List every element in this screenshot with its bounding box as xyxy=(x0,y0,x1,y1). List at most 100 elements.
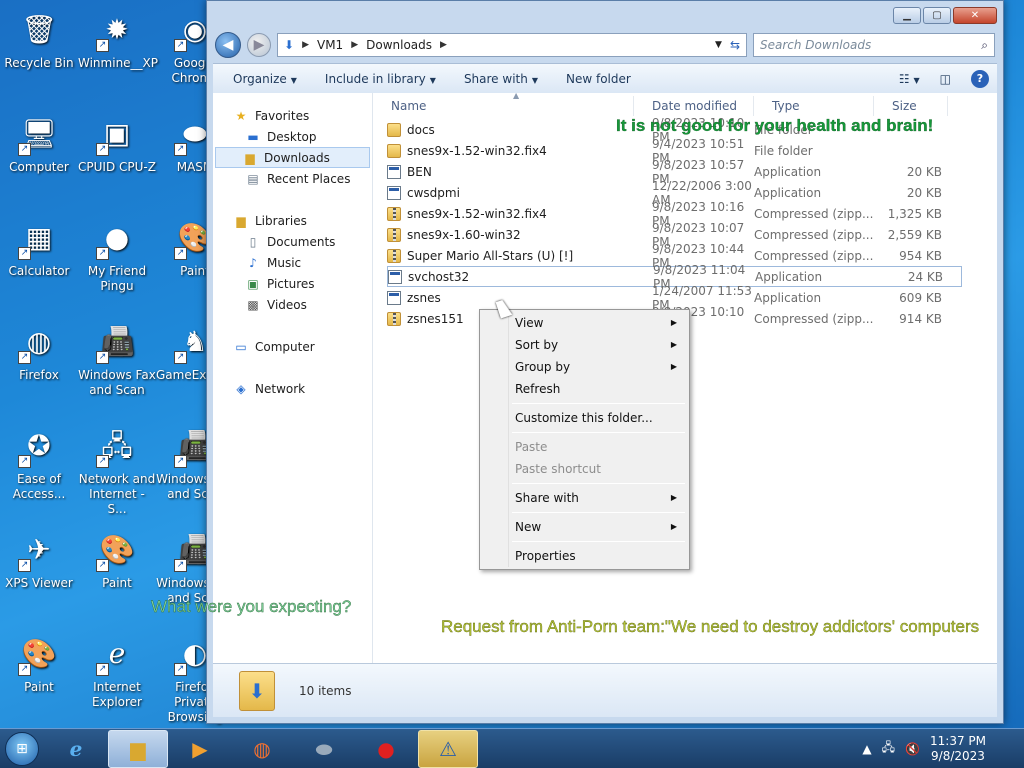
column-size[interactable]: Size xyxy=(874,96,948,116)
forward-button[interactable]: ▶ xyxy=(247,33,271,57)
shortcut-arrow-icon: ↗ xyxy=(18,351,31,364)
desktop-icon-windows-fax-and-scan[interactable]: 📠 ↗ Windows Fax and Scan xyxy=(78,318,156,398)
desktop-icon-label: Winmine__XP xyxy=(78,56,159,70)
menu-properties[interactable]: Properties xyxy=(482,545,687,567)
nav-libraries[interactable]: ▆ Libraries xyxy=(213,210,372,231)
desktop-icon-label: Paint xyxy=(24,680,54,694)
submenu-arrow-icon: ▶ xyxy=(670,318,677,327)
desktop-icon-paint[interactable]: 🎨 ↗ Paint xyxy=(0,630,78,695)
shortcut-arrow-icon: ↗ xyxy=(96,351,109,364)
desktop-icon-paint[interactable]: 🎨 ↗ Paint xyxy=(78,526,156,591)
nav-favorites[interactable]: ★ Favorites xyxy=(213,105,372,126)
app-icon: 🖧 ↗ xyxy=(94,422,140,468)
taskbar-media-player[interactable]: ▶ xyxy=(170,730,230,768)
nav-music[interactable]: ♪ Music xyxy=(213,252,372,273)
menu-refresh[interactable]: Refresh xyxy=(482,378,687,400)
internet-explorer-icon: ℯ xyxy=(69,736,83,761)
new-folder-button[interactable]: New folder xyxy=(566,72,631,86)
video-icon: ▩ xyxy=(247,297,259,312)
file-name: cwsdpmi xyxy=(373,185,634,200)
breadcrumb-separator-icon[interactable]: ▶ xyxy=(351,40,358,50)
shortcut-arrow-icon: ↗ xyxy=(174,351,187,364)
volume-muted-icon[interactable]: 🔇 xyxy=(905,742,920,756)
clock-date: 9/8/2023 xyxy=(931,748,985,763)
desktop-icon-cpuid-cpu-z[interactable]: ▣ ↗ CPUID CPU-Z xyxy=(78,110,156,175)
file-type: Compressed (zipp... xyxy=(754,206,874,221)
desktop-icon-recycle-bin[interactable]: 🗑 Recycle Bin xyxy=(0,6,78,71)
desktop-icon-calculator[interactable]: ▦ ↗ Calculator xyxy=(0,214,78,279)
taskbar-windows-explorer[interactable]: ▆ xyxy=(108,729,168,768)
pictures-icon: ▣ xyxy=(247,276,259,291)
show-hidden-icons[interactable]: ▲ xyxy=(862,742,871,756)
taskbar-firefox[interactable]: ◍ xyxy=(232,730,292,768)
preview-pane-icon[interactable]: ◫ xyxy=(940,72,951,86)
search-icon[interactable]: ⌕ xyxy=(981,38,988,53)
desktop-icon-network-and-internet-s[interactable]: 🖧 ↗ Network and Internet - S... xyxy=(78,422,156,517)
breadcrumb-downloads[interactable]: Downloads xyxy=(366,38,432,52)
menu-sort-by[interactable]: Sort by ▶ xyxy=(482,334,687,356)
minimize-button[interactable]: ▁ xyxy=(893,7,921,24)
desktop-icon-computer[interactable]: 🖥 ↗ Computer xyxy=(0,110,78,175)
network-tray-icon[interactable]: 🖧 xyxy=(882,738,895,759)
taskbar-masm[interactable]: ⬬ xyxy=(294,730,354,768)
menu-share-with[interactable]: Share with ▶ xyxy=(482,487,687,509)
nav-videos[interactable]: ▩ Videos xyxy=(213,294,372,315)
application-icon xyxy=(387,290,401,305)
shortcut-arrow-icon: ↗ xyxy=(96,559,109,572)
menu-separator xyxy=(512,432,685,433)
address-dropdown-icon[interactable]: ▼ xyxy=(715,40,722,50)
shortcut-arrow-icon: ↗ xyxy=(96,143,109,156)
menu-new[interactable]: New ▶ xyxy=(482,516,687,538)
menu-customize-folder[interactable]: Customize this folder... xyxy=(482,407,687,429)
desktop-icon-xps-viewer[interactable]: ✈ ↗ XPS Viewer xyxy=(0,526,78,591)
breadcrumb-vm1[interactable]: VM1 xyxy=(317,38,343,52)
zip-folder-icon xyxy=(387,311,401,326)
firefox-icon: ◍ xyxy=(253,736,271,761)
desktop-icon-firefox[interactable]: ◍ ↗ Firefox xyxy=(0,318,78,383)
taskbar-internet-explorer[interactable]: ℯ xyxy=(46,730,106,768)
clock[interactable]: 11:37 PM 9/8/2023 xyxy=(930,734,986,764)
nav-pictures[interactable]: ▣ Pictures xyxy=(213,273,372,294)
include-in-library-button[interactable]: Include in library ▼ xyxy=(325,72,436,86)
application-icon xyxy=(387,185,401,200)
taskbar-cpuz[interactable]: ⚠ xyxy=(418,729,478,768)
nav-documents[interactable]: ▯ Documents xyxy=(213,231,372,252)
column-date-modified[interactable]: Date modified xyxy=(634,96,754,116)
taskbar: ⊞ ℯ ▆ ▶ ◍ ⬬ ● ⚠ ▲ 🖧 🔇 11:37 PM 9/8/2023 xyxy=(0,728,1024,768)
column-type[interactable]: Type xyxy=(754,96,874,116)
desktop-icon-ease-of-access[interactable]: ✪ ↗ Ease of Access... xyxy=(0,422,78,502)
nav-desktop[interactable]: ▬ Desktop xyxy=(213,126,372,147)
title-bar[interactable]: ▁ ▢ ✕ xyxy=(207,1,1003,31)
breadcrumb-separator-icon[interactable]: ▶ xyxy=(440,40,447,50)
desktop-icon-my-friend-pingu[interactable]: ● ↗ My Friend Pingu xyxy=(78,214,156,294)
desktop-icon-winmine-xp[interactable]: ✹ ↗ Winmine__XP xyxy=(78,6,159,71)
menu-view[interactable]: View ▶ xyxy=(482,312,687,334)
breadcrumb-separator-icon[interactable]: ▶ xyxy=(302,40,309,50)
view-options-icon[interactable]: ☷ ▼ xyxy=(899,72,920,86)
refresh-icon[interactable]: ⇆ xyxy=(730,38,740,52)
nav-downloads[interactable]: ▆ Downloads xyxy=(215,147,370,168)
search-input[interactable]: Search Downloads ⌕ xyxy=(753,33,995,57)
close-button[interactable]: ✕ xyxy=(953,7,997,24)
menu-separator xyxy=(512,541,685,542)
desktop-icon-internet-explorer[interactable]: ℯ ↗ Internet Explorer xyxy=(78,630,156,710)
help-button[interactable]: ? xyxy=(971,69,989,88)
shortcut-arrow-icon: ↗ xyxy=(18,455,31,468)
back-button[interactable]: ◀ xyxy=(215,32,241,58)
column-name[interactable]: Name xyxy=(373,96,634,116)
menu-group-by[interactable]: Group by ▶ xyxy=(482,356,687,378)
shortcut-arrow-icon: ↗ xyxy=(174,143,187,156)
address-bar[interactable]: ⬇ ▶ VM1 ▶ Downloads ▶ ▼ ⇆ xyxy=(277,33,747,57)
taskbar-recorder[interactable]: ● xyxy=(356,730,416,768)
recent-places-icon: ▤ xyxy=(247,171,259,186)
nav-network[interactable]: ◈ Network xyxy=(213,378,372,399)
nav-computer[interactable]: ▭ Computer xyxy=(213,336,372,357)
desktop-icon-label: Paint xyxy=(102,576,132,590)
share-with-button[interactable]: Share with ▼ xyxy=(464,72,538,86)
maximize-button[interactable]: ▢ xyxy=(923,7,951,24)
organize-button[interactable]: Organize ▼ xyxy=(233,72,297,86)
shortcut-arrow-icon: ↗ xyxy=(96,455,109,468)
nav-recent-places[interactable]: ▤ Recent Places xyxy=(213,168,372,189)
desktop-icon-label: Computer xyxy=(9,160,69,174)
start-button[interactable]: ⊞ xyxy=(0,729,44,768)
